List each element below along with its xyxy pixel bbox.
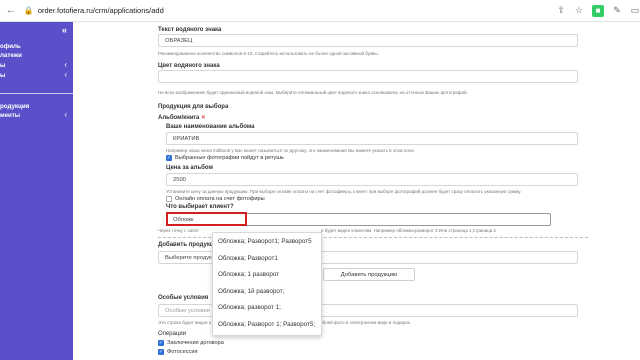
client-choice-hint-end: р будет виден клиентам. Например обложка…	[321, 228, 497, 233]
autocomplete-option[interactable]: Обложка; Разворот1; Разворот5	[218, 238, 312, 245]
client-choice-hint-start: Через точку с запят	[158, 228, 200, 233]
operations-label: Операции	[158, 331, 187, 337]
retouch-checkbox[interactable]: ✓ Выбранные фотографии пойдут в ретушь	[166, 155, 284, 161]
sidebar-item-products[interactable]: родукция	[0, 103, 29, 110]
watermark-color-label: Цвет водяного знака	[158, 63, 220, 69]
watermark-text-label: Текст водяного знака	[158, 27, 222, 33]
sidebar-item-group-1[interactable]: ы	[0, 62, 5, 69]
browser-toolbar: ← 🔒 order.fotofiera.ru/crm/applications/…	[0, 0, 640, 22]
autocomplete-dropdown: Обложка; Разворот1; Разворот5 Обложка; Р…	[212, 232, 322, 336]
sidebar-item-tools[interactable]: менты	[0, 112, 20, 119]
highlight-box	[166, 212, 247, 226]
lock-icon: 🔒	[23, 6, 34, 15]
contract-checkbox-label: Заключения договора	[167, 340, 224, 346]
remove-album-icon[interactable]: ×	[201, 114, 205, 121]
album-name-input[interactable]: КРИАТИВ	[166, 132, 578, 145]
chevron-left-icon[interactable]: ‹	[64, 70, 67, 79]
sidebar: « офиль латежи ы ‹ ы ‹ родукция менты ‹	[0, 22, 73, 360]
autocomplete-option[interactable]: Обложка; 1й разворот;	[218, 288, 284, 295]
checkbox-checked-icon[interactable]: ✓	[166, 155, 172, 161]
watermark-color-hint: На всех изображениях будет одинаковый во…	[158, 90, 468, 95]
sidebar-item-group-2[interactable]: ы	[0, 72, 5, 79]
special-conditions-label: Особые условия	[158, 295, 209, 301]
watermark-text-input[interactable]: ОБРАЗЕЦ	[158, 34, 578, 47]
address-bar[interactable]: 🔒 order.fotofiera.ru/crm/applications/ad…	[24, 3, 548, 19]
products-label: Продукция для выбора	[158, 104, 229, 110]
checkbox-checked-icon[interactable]: ✓	[158, 349, 164, 355]
star-icon[interactable]: ☆	[574, 5, 584, 16]
price-hint: Установите цену за данную продукцию. При…	[166, 189, 522, 194]
album-label-text: Альбом/книга	[158, 115, 200, 121]
watermark-color-input[interactable]	[158, 70, 578, 83]
online-pay-checkbox[interactable]: Онлайн оплата на счет фотофиры	[166, 196, 265, 202]
album-label: Альбом/книга ×	[158, 114, 205, 121]
share-icon[interactable]: ⇧	[556, 5, 566, 16]
sidebar-divider	[0, 93, 73, 94]
photoshoot-checkbox[interactable]: ✓ Фотосессия	[158, 349, 198, 355]
extensions-icon[interactable]: ✎	[612, 5, 622, 16]
album-name-hint: Например наша книга Indibook у Вас может…	[166, 148, 416, 153]
photoshoot-checkbox-label: Фотосессия	[167, 349, 198, 355]
autocomplete-option[interactable]: Обложка; Разворот1	[218, 255, 278, 262]
price-label: Цена за альбом	[166, 165, 213, 171]
chevron-left-icon[interactable]: ‹	[64, 60, 67, 69]
url-text: order.fotofiera.ru/crm/applications/add	[37, 6, 164, 15]
album-name-label: Ваше наименование альбома	[166, 124, 255, 130]
extension-icon[interactable]: ■	[592, 4, 604, 17]
sidebar-icon[interactable]: ▭	[630, 5, 640, 16]
online-pay-label: Онлайн оплата на счет фотофиры	[175, 196, 265, 202]
watermark-text-hint: Рекомендованное количество символов 5-10…	[158, 51, 379, 56]
price-input[interactable]: 2500	[166, 173, 578, 186]
retouch-checkbox-label: Выбранные фотографии пойдут в ретушь	[175, 155, 284, 161]
back-icon[interactable]: ←	[4, 4, 18, 18]
chevron-left-icon[interactable]: ‹	[64, 110, 67, 119]
special-conditions-hint-start: Эта строка будет видна к	[158, 320, 211, 325]
contract-checkbox[interactable]: ✓ Заключения договора	[158, 340, 224, 346]
autocomplete-option[interactable]: Обложка; 1 разворот	[218, 271, 279, 278]
special-conditions-hint-end: рублей фото в электронном виде в подарок…	[318, 320, 411, 325]
collapse-sidebar-icon[interactable]: «	[62, 25, 67, 35]
sidebar-item-payments[interactable]: латежи	[0, 52, 22, 59]
client-choice-label: Что выбирает клиент?	[166, 204, 234, 210]
autocomplete-option[interactable]: Обложка; Разворот 1; Разворот5;	[218, 321, 315, 328]
add-product-button[interactable]: Добавить продукцию	[323, 268, 415, 281]
checkbox-unchecked-icon[interactable]	[166, 196, 172, 202]
checkbox-checked-icon[interactable]: ✓	[158, 340, 164, 346]
sidebar-item-profile[interactable]: офиль	[0, 43, 21, 50]
autocomplete-option[interactable]: Обложка; разворот 1;	[218, 304, 281, 311]
